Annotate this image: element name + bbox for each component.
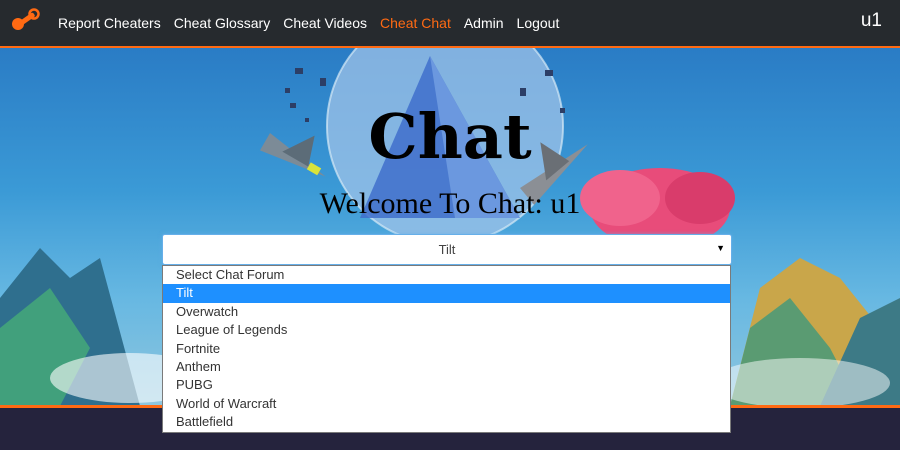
- option-league-of-legends[interactable]: League of Legends: [163, 321, 730, 339]
- option-anthem[interactable]: Anthem: [163, 358, 730, 376]
- chat-forum-options-list: Select Chat Forum Tilt Overwatch League …: [162, 265, 731, 433]
- nav-admin[interactable]: Admin: [464, 15, 504, 31]
- dropdown-arrow-icon: ▼: [716, 243, 725, 253]
- option-pubg[interactable]: PUBG: [163, 376, 730, 394]
- chat-forum-selected-value: Tilt: [438, 242, 456, 257]
- option-overwatch[interactable]: Overwatch: [163, 303, 730, 321]
- option-fortnite[interactable]: Fortnite: [163, 340, 730, 358]
- option-tilt[interactable]: Tilt: [163, 284, 730, 303]
- nav-logout[interactable]: Logout: [517, 15, 560, 31]
- chat-forum-select[interactable]: Tilt ▼: [162, 234, 732, 265]
- username-label[interactable]: u1: [861, 10, 882, 32]
- welcome-subtitle: Welcome To Chat: u1: [319, 187, 581, 220]
- option-battlefield[interactable]: Battlefield: [163, 413, 730, 431]
- navbar: Report Cheaters Cheat Glossary Cheat Vid…: [0, 0, 900, 48]
- option-world-of-warcraft[interactable]: World of Warcraft: [163, 395, 730, 413]
- nav-cheat-glossary[interactable]: Cheat Glossary: [174, 15, 270, 31]
- option-select-chat-forum[interactable]: Select Chat Forum: [163, 266, 730, 284]
- nav-links: Report Cheaters Cheat Glossary Cheat Vid…: [58, 0, 572, 46]
- nav-cheat-chat[interactable]: Cheat Chat: [380, 15, 451, 31]
- page-title: Chat: [368, 100, 532, 173]
- logo-icon[interactable]: [10, 8, 40, 38]
- nav-cheat-videos[interactable]: Cheat Videos: [283, 15, 367, 31]
- nav-report-cheaters[interactable]: Report Cheaters: [58, 15, 161, 31]
